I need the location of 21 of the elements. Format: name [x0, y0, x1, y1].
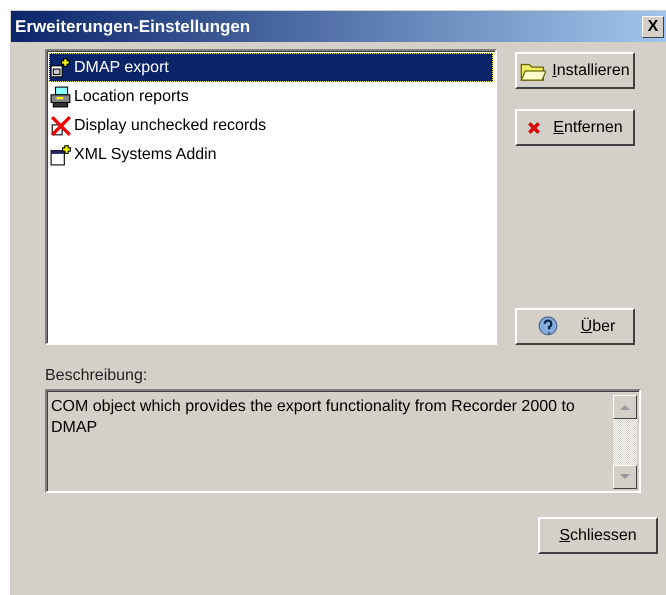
close-dialog-button[interactable]: Schliessen [538, 517, 658, 554]
description-label: Beschreibung: [45, 367, 148, 386]
addin-item[interactable]: DMAP export [49, 53, 493, 82]
scroll-down-button[interactable] [613, 465, 637, 489]
window-plus-icon [50, 144, 72, 166]
description-text: COM object which provides the export functionality from Recorder 2000 to DMAP [50, 397, 576, 438]
install-button[interactable]: Installieren [515, 52, 635, 89]
window-title: Erweiterungen-Einstellungen [15, 16, 250, 36]
printer-icon [50, 86, 72, 108]
down-arrow-icon [620, 474, 630, 480]
cross-icon [50, 114, 72, 136]
window-plus-icon [50, 56, 72, 78]
remove-button[interactable]: Entfernen [515, 109, 635, 146]
about-button[interactable]: Über [515, 308, 635, 345]
cross-icon [527, 120, 542, 134]
scroll-up-button[interactable] [613, 395, 637, 419]
up-arrow-icon [620, 404, 630, 410]
close-button[interactable]: X [642, 16, 664, 38]
addin-item[interactable]: XML Systems Addin [49, 140, 493, 169]
addin-item[interactable]: Display unchecked records [49, 111, 493, 140]
addin-item[interactable]: Location reports [49, 82, 493, 111]
